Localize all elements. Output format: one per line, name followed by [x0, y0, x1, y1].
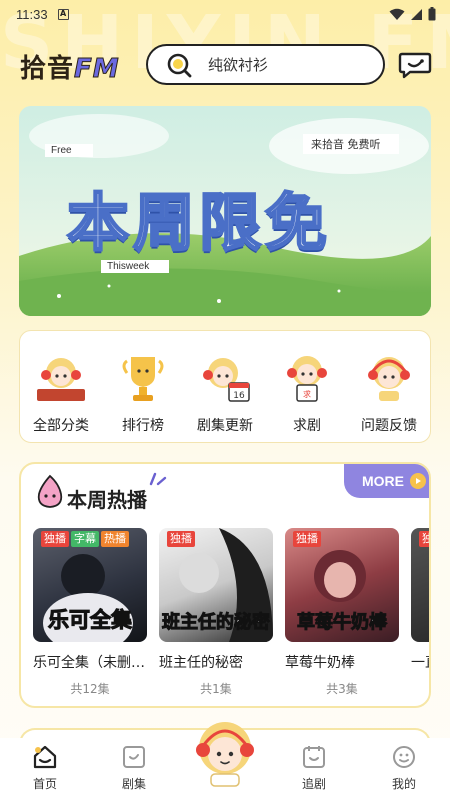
drama-cover: 独	[411, 528, 429, 642]
banner-title: 本周限免	[66, 185, 332, 261]
section-title: 本周热播	[67, 488, 147, 512]
nav-home[interactable]: 首页	[15, 744, 75, 792]
category-feedback[interactable]: 问题反馈	[348, 331, 430, 442]
banner-tag-free: Free	[45, 144, 93, 157]
badge-group: 独	[419, 531, 429, 547]
drama-cover: 独播 班主任的秘密	[159, 528, 273, 642]
nav-label: 剧集	[121, 777, 146, 791]
profile-icon	[393, 746, 415, 768]
search-bar[interactable]: 纯欲衬衫	[146, 44, 385, 85]
svg-text:求: 求	[303, 389, 311, 399]
category-all[interactable]: 全部分类	[20, 331, 102, 442]
drama-cover: 独播 字幕 热播 乐可全集	[33, 528, 147, 642]
category-label: 排行榜	[122, 418, 164, 434]
promo-banner[interactable]: Free Thisweek 来拾音 免费听 本周限免	[19, 106, 431, 316]
more-button[interactable]: MORE	[344, 464, 429, 498]
nav-episodes[interactable]: 剧集	[104, 744, 164, 792]
category-ranking[interactable]: 排行榜	[102, 331, 184, 442]
drama-card[interactable]: 独播 班主任的秘密 班主任的秘密 共1集	[159, 528, 273, 697]
category-label: 求剧	[293, 418, 321, 434]
category-label: 问题反馈	[361, 418, 417, 434]
logo-text: 拾音	[20, 54, 75, 84]
mascot-play-button[interactable]	[191, 716, 259, 788]
nav-label: 首页	[32, 777, 57, 791]
feedback-girl-icon	[368, 357, 410, 401]
episodes-icon	[123, 746, 145, 768]
home-icon	[33, 745, 57, 769]
drama-name: 草莓牛奶棒	[285, 655, 355, 671]
badge-subtitle: 字幕	[71, 531, 99, 547]
message-icon[interactable]	[398, 50, 432, 80]
drama-name: 班主任的秘密	[159, 655, 243, 671]
status-bar: 11:33 A	[0, 0, 450, 28]
signal-icon	[411, 8, 422, 20]
nav-label: 追剧	[301, 777, 326, 791]
badge-group: 独播 字幕 热播	[41, 531, 129, 547]
category-label: 全部分类	[33, 418, 89, 434]
drama-card[interactable]: 独播 字幕 热播 乐可全集 乐可全集（未删… 共12集	[33, 528, 147, 697]
request-girl-icon: 求	[287, 356, 327, 402]
notification-a-icon: A	[57, 8, 69, 20]
more-label: MORE	[362, 473, 404, 489]
search-placeholder: 纯欲衬衫	[208, 56, 269, 74]
nav-label: 我的	[391, 777, 416, 791]
follow-icon	[303, 746, 325, 768]
calendar-girl-icon: 16	[203, 358, 250, 402]
drama-card[interactable]: 独播 草莓牛奶棒 草莓牛奶棒 共3集	[285, 528, 399, 697]
status-time: 11:33	[16, 6, 48, 22]
badge-group: 独播	[167, 531, 195, 547]
weekly-hot-section: 本周热播 MORE 独播 字幕 热播 乐可全集 乐可全集（未删… 共12集 独播…	[19, 462, 431, 708]
sparkle-icon	[149, 472, 167, 486]
nav-profile[interactable]: 我的	[374, 744, 434, 792]
badge-hot: 热播	[101, 531, 129, 547]
episode-count: 共12集	[70, 682, 110, 696]
episode-count: 共3集	[326, 682, 358, 696]
badge-group: 独播	[293, 531, 321, 547]
trophy-icon	[122, 357, 164, 401]
books-girl-icon	[37, 358, 85, 401]
banner-tag-listen: 来拾音 免费听	[303, 134, 399, 154]
drama-cover: 独播 草莓牛奶棒	[285, 528, 399, 642]
cover-title: 草莓牛奶棒	[297, 612, 388, 634]
cover-title: 乐可全集	[48, 608, 133, 633]
header: 拾音FM 纯欲衬衫	[0, 42, 450, 86]
category-label: 剧集更新	[197, 418, 253, 434]
search-icon	[162, 47, 198, 83]
badge-exclusive: 独播	[167, 531, 195, 547]
badge-exclusive: 独播	[41, 531, 69, 547]
wifi-icon	[389, 8, 405, 20]
battery-icon	[428, 7, 436, 21]
arrow-right-icon	[410, 473, 426, 489]
drama-card[interactable]: 独 一直	[411, 528, 429, 672]
app-logo: 拾音FM	[20, 48, 120, 85]
badge-exclusive: 独	[419, 531, 429, 547]
nav-follow[interactable]: 追剧	[284, 744, 344, 792]
episode-count: 共1集	[200, 682, 232, 696]
category-updates[interactable]: 16 剧集更新	[184, 331, 266, 442]
drama-name: 乐可全集（未删…	[33, 655, 145, 671]
logo-fm-text: FM	[74, 54, 120, 85]
svg-text:16: 16	[233, 391, 245, 401]
flame-mascot-icon	[37, 474, 63, 508]
cover-title: 班主任的秘密	[162, 612, 271, 634]
badge-exclusive: 独播	[293, 531, 321, 547]
category-request[interactable]: 求 求剧	[266, 331, 348, 442]
category-card: 全部分类 排行榜 16 剧集更新 求 求剧 问题反馈	[19, 330, 431, 443]
drama-name: 一直	[411, 655, 429, 671]
